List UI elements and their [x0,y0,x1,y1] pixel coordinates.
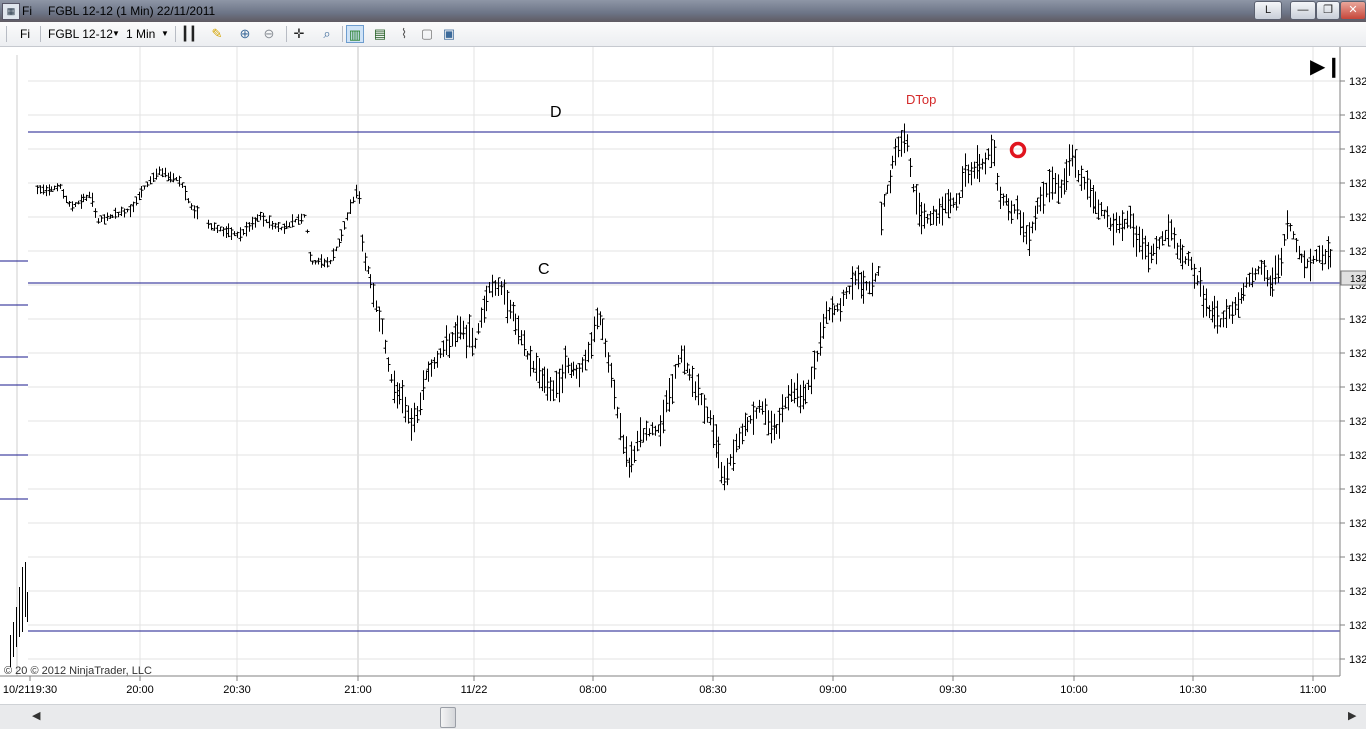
time-axis-label: 09:00 [819,684,847,696]
time-axis-label: 10:00 [1060,684,1088,696]
toolbar-separator [6,26,7,42]
zoom-in-icon[interactable]: ⊕ [236,25,254,43]
scroll-right-icon[interactable]: ▶ [1348,709,1356,722]
price-axis-label: 132 [1349,178,1366,190]
toolbar-separator [286,26,287,42]
chevron-down-icon[interactable]: ▼ [161,25,169,43]
chart-toolbar: Fi FGBL 12-12 ▼ 1 Min ▼ ┃┃ ✎ ⊕ ⊖ ✛ ⌕ ▥ ▤… [0,22,1366,47]
zoom-out-icon[interactable]: ⊖ [260,25,278,43]
app-icon: ▦ [2,3,20,20]
window-titlebar: ▦ Fi FGBL 12-12 (1 Min) 22/11/2011 L — ❐… [0,0,1366,22]
magnifier-icon[interactable]: ⌕ [318,25,336,43]
panel-button[interactable]: Fi [20,25,30,43]
left-panel-ticks [0,260,28,500]
price-axis-label: 132 [1349,382,1366,394]
price-bars [10,123,1333,667]
scroll-left-icon[interactable]: ◀ [32,709,40,722]
window-app-name: Fi [22,4,32,18]
close-button[interactable]: ✕ [1340,1,1366,20]
price-axis-label: 132 [1349,518,1366,530]
line-label-d: D [550,104,562,121]
bar-type-icon[interactable]: ┃┃ [180,25,198,43]
time-axis: 10/2119:30 20:00 20:30 21:00 11/22 08:00 08:30… [3,676,1326,696]
current-price-label: 132 [1350,274,1366,285]
chart-axes [0,47,1341,677]
skip-to-end-icon[interactable]: ▶❙ [1310,56,1342,78]
toolbar-separator [40,26,41,42]
properties-icon[interactable]: ▣ [440,25,458,43]
time-axis-label: 11:00 [1300,684,1327,696]
minimize-button[interactable]: — [1290,1,1316,20]
price-axis: 132 132 132 132 132 132 132 132 132 132 132 132 132 1… [1340,76,1366,666]
interval-selector[interactable]: 1 Min [126,25,155,43]
price-axis-label: 132 [1349,144,1366,156]
price-axis-label: 132 [1349,552,1366,564]
time-axis-label: 08:30 [699,684,727,696]
line-label-c: C [538,261,550,278]
price-axis-label: 132 [1349,586,1366,598]
crosshair-icon[interactable]: ✛ [290,25,308,43]
time-axis-label: 21:00 [344,684,372,696]
maximize-button[interactable]: ❐ [1316,1,1340,20]
window-title: FGBL 12-12 (1 Min) 22/11/2011 [48,4,216,18]
strategies-icon[interactable]: ▢ [418,25,436,43]
signal-marker [1009,141,1027,159]
pencil-icon[interactable]: ✎ [208,25,226,43]
price-axis-label: 132 [1349,416,1366,428]
link-button[interactable]: L [1254,1,1282,20]
instrument-selector[interactable]: FGBL 12-12 [48,25,113,43]
time-axis-label: 08:00 [579,684,607,696]
toolbar-separator [342,26,343,42]
chevron-down-icon[interactable]: ▼ [112,25,120,43]
time-axis-label: 11/22 [461,684,488,696]
horizontal-scrollbar[interactable]: ◀ ▶ [0,704,1366,729]
price-axis-label: 132 [1349,620,1366,632]
dom-icon[interactable]: ▤ [371,25,389,43]
time-axis-label: 10:30 [1179,684,1207,696]
price-axis-label: 132 [1349,484,1366,496]
price-axis-label: 132 [1349,348,1366,360]
time-axis-label: 10/2119:30 [3,684,57,696]
time-axis-label: 09:30 [939,684,967,696]
time-axis-label: 20:30 [223,684,251,696]
scrollbar-thumb[interactable] [440,707,456,728]
price-axis-label: 132 [1349,314,1366,326]
price-axis-label: 132 [1349,450,1366,462]
copyright-text: © 20 © 2012 NinjaTrader, LLC [4,665,152,677]
time-axis-label: 20:00 [126,684,154,696]
price-axis-label: 132 [1349,212,1366,224]
toolbar-separator [175,26,176,42]
dtop-label: DTop [906,92,936,107]
price-chart[interactable]: 132 132 132 132 132 132 132 132 132 132 132 132 132 1… [0,47,1366,704]
price-axis-label: 132 [1349,110,1366,122]
horizontal-lines [28,131,1340,632]
chart-trader-icon[interactable]: ▥ [346,25,364,43]
price-axis-label: 132 [1349,654,1366,666]
price-axis-label: 132 [1349,246,1366,258]
indicators-icon[interactable]: ⌇ [395,25,413,43]
price-axis-label: 132 [1349,76,1366,88]
